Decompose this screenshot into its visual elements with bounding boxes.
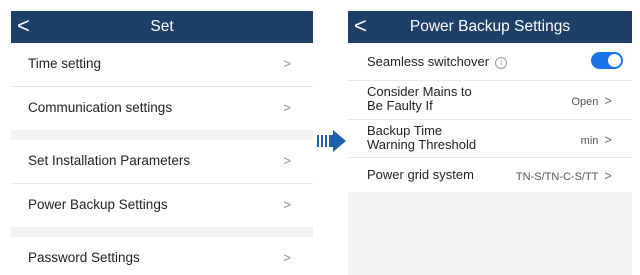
mains-faulty-label: Consider Mains to Be Faulty If: [367, 85, 472, 113]
chevron-right-icon: >: [283, 197, 291, 212]
chevron-right-icon: >: [283, 56, 291, 71]
settings-group-2: Set Installation Parameters > Power Back…: [11, 140, 313, 227]
chevron-right-icon: >: [604, 132, 612, 147]
value-text: Open: [571, 96, 599, 108]
backup-time-warning-row[interactable]: Backup Time Warning Threshold min >: [348, 120, 632, 158]
menu-item-label: Password Settings: [28, 250, 140, 265]
power-backup-header: < Power Backup Settings: [348, 11, 632, 43]
navigation-arrow-icon: [317, 130, 346, 152]
mains-faulty-row[interactable]: Consider Mains to Be Faulty If Open >: [348, 81, 632, 120]
label-line-1: Consider Mains to: [367, 84, 472, 99]
chevron-right-icon: >: [283, 250, 291, 265]
menu-item-power-backup-settings[interactable]: Power Backup Settings >: [11, 184, 313, 227]
power-grid-system-value: TN-S/TN-C-S/TT >: [516, 168, 612, 183]
chevron-right-icon: >: [283, 100, 291, 115]
toggle-knob: [608, 54, 621, 67]
settings-group-1: Time setting > Communication settings >: [11, 43, 313, 130]
label-line-1: Backup Time: [367, 123, 443, 138]
seamless-switchover-label: Seamless switchover i: [367, 54, 508, 69]
power-backup-settings-screen: < Power Backup Settings Seamless switcho…: [348, 11, 632, 275]
label-line-2: Warning Threshold: [367, 137, 477, 152]
chevron-right-icon: >: [604, 93, 612, 108]
menu-item-label: Time setting: [28, 56, 102, 71]
settings-group-3: Password Settings >: [11, 237, 313, 275]
menu-item-password-settings[interactable]: Password Settings >: [11, 237, 313, 275]
power-grid-system-row[interactable]: Power grid system TN-S/TN-C-S/TT >: [348, 158, 632, 192]
seamless-switchover-toggle[interactable]: [591, 52, 623, 69]
value-text: TN-S/TN-C-S/TT: [515, 171, 599, 183]
backup-time-value: min >: [581, 132, 612, 147]
value-text: min: [580, 135, 599, 147]
page-title: Power Backup Settings: [409, 18, 571, 35]
menu-item-label: Set Installation Parameters: [28, 153, 191, 168]
set-screen: < Set Time setting > Communication setti…: [11, 11, 313, 275]
seamless-switchover-row: Seamless switchover i: [348, 43, 632, 81]
menu-item-label: Communication settings: [28, 100, 173, 115]
info-icon[interactable]: i: [495, 57, 508, 69]
section-divider: [11, 227, 313, 237]
power-grid-system-label: Power grid system: [367, 167, 474, 182]
mains-faulty-value: Open >: [571, 93, 612, 108]
set-header: < Set: [11, 11, 313, 43]
chevron-right-icon: >: [604, 168, 612, 183]
backup-time-label: Backup Time Warning Threshold: [367, 124, 476, 152]
menu-item-time-setting[interactable]: Time setting >: [11, 43, 313, 87]
page-title: Set: [150, 18, 174, 35]
chevron-right-icon: >: [283, 153, 291, 168]
label-line-2: Be Faulty If: [367, 98, 433, 113]
section-divider: [11, 130, 313, 140]
menu-item-set-installation-parameters[interactable]: Set Installation Parameters >: [11, 140, 313, 184]
power-backup-list: Seamless switchover i Consider Mains to Be…: [348, 43, 632, 192]
seamless-switchover-text: Seamless switchover: [367, 54, 490, 69]
menu-item-label: Power Backup Settings: [28, 197, 168, 212]
menu-item-communication-settings[interactable]: Communication settings >: [11, 87, 313, 130]
